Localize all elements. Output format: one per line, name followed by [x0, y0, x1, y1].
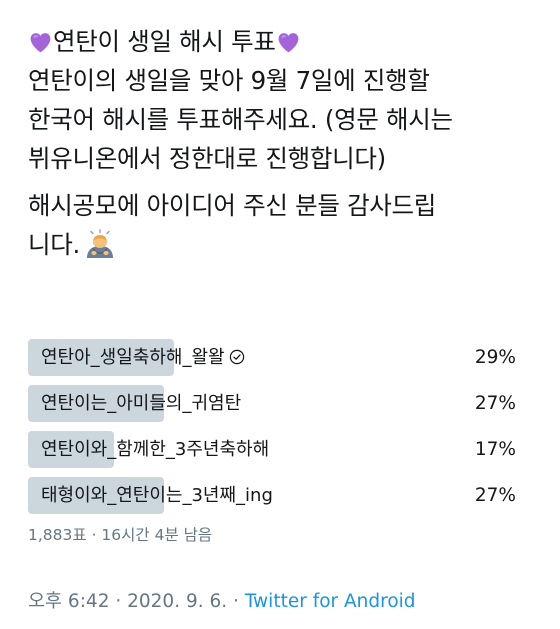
separator: · [227, 591, 245, 612]
poll-meta: 1,883표 · 16시간 4분 남음 [28, 523, 532, 545]
tweet-text: 연탄이 생일 해시 투표 연탄이의 생일을 맞아 9월 7일에 진행할 한국어 … [28, 22, 532, 264]
poll-option-label: 태형이와_연탄이는_3년째_ing [41, 485, 273, 506]
tweet-last-line: 니다. [28, 225, 532, 264]
poll-time-left: 16시간 4분 남음 [101, 526, 213, 544]
purple-heart-icon [30, 33, 51, 53]
tweet-time: 오후 6:42 [28, 591, 110, 612]
tweet-timestamp: 오후 6:42 · 2020. 9. 6. · Twitter for Andr… [28, 587, 416, 613]
person-bowing-icon [86, 229, 113, 258]
poll-option-percent: 17% [474, 439, 516, 460]
poll-option-label: 연탄이는_아미들의_귀염탄 [41, 393, 242, 414]
tweet-line: 연탄이의 생일을 맞아 9월 7일에 진행할 [28, 66, 430, 95]
poll-option-label: 연탄이와_함께한_3주년축하해 [41, 439, 270, 460]
tweet-date: 2020. 9. 6. [127, 591, 228, 612]
poll-option: 연탄아_생일축하해_왈왈 29% [28, 339, 532, 376]
tweet-body: 연탄이 생일 해시 투표 연탄이의 생일을 맞아 9월 7일에 진행할 한국어 … [28, 22, 532, 264]
check-circle-icon [229, 349, 244, 365]
poll: 연탄아_생일축하해_왈왈 29% 연탄이는_아미들의_귀염탄 27% 연탄이와_… [28, 339, 532, 545]
tweet-line: 뷔유니온에서 정한대로 진행합니다) [28, 144, 386, 173]
tweet-line: 니다. [28, 230, 80, 259]
poll-option-percent: 27% [474, 393, 516, 414]
poll-option-percent: 29% [474, 347, 516, 368]
poll-option: 연탄이와_함께한_3주년축하해 17% [28, 431, 532, 468]
poll-option-label: 연탄아_생일축하해_왈왈 [41, 347, 225, 368]
purple-heart-icon [278, 33, 299, 53]
poll-option-percent: 27% [474, 485, 516, 506]
poll-option: 태형이와_연탄이는_3년째_ing 27% [28, 477, 532, 514]
tweet-source-link[interactable]: Twitter for Android [245, 591, 416, 612]
tweet-line: 한국어 해시를 투표해주세요. (영문 해시는 [28, 105, 453, 134]
poll-option-label-wrap: 연탄아_생일축하해_왈왈 [41, 339, 245, 376]
tweet-title: 연탄이 생일 해시 투표 [53, 27, 276, 56]
separator: · [86, 526, 102, 544]
tweet-line: 해시공모에 아이디어 주신 분들 감사드립 [28, 191, 437, 220]
tweet-title-line: 연탄이 생일 해시 투표 [28, 22, 532, 61]
separator: · [109, 591, 128, 612]
poll-option: 연탄이는_아미들의_귀염탄 27% [28, 385, 532, 422]
poll-vote-count: 1,883표 [28, 526, 87, 544]
